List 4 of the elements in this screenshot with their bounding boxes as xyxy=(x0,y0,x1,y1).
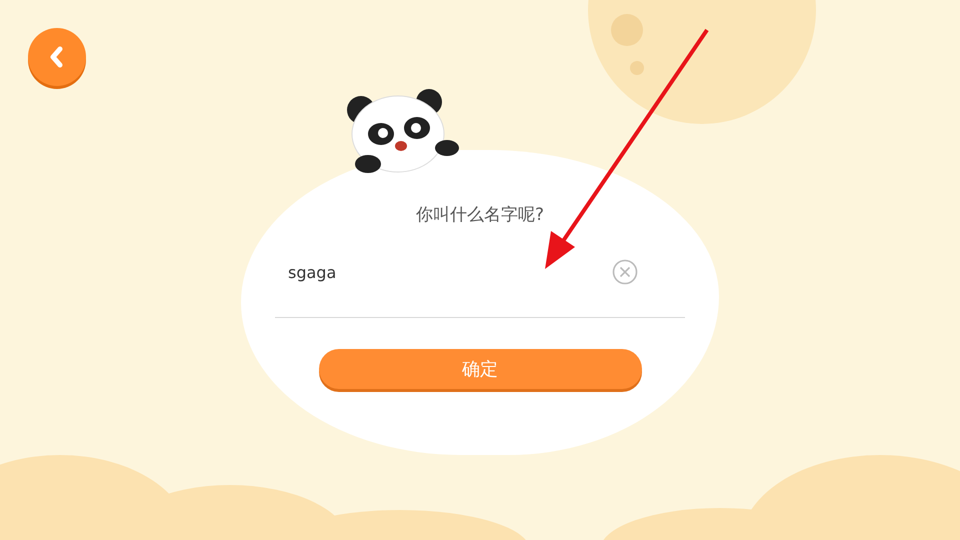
back-button[interactable] xyxy=(28,28,86,86)
name-field[interactable]: sgaga xyxy=(288,262,612,282)
prompt-text: 你叫什么名字呢? xyxy=(416,204,544,226)
clear-icon[interactable] xyxy=(612,259,638,285)
